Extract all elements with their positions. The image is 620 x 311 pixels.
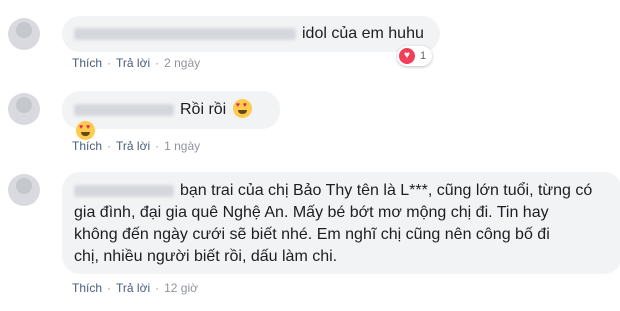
comment-actions: Thích · Trả lời · 1 ngày	[72, 139, 200, 153]
author-name-blurred[interactable]	[74, 184, 174, 197]
separator-dot: ·	[107, 139, 112, 153]
timestamp[interactable]: 12 giờ	[164, 281, 198, 295]
separator-dot: ·	[155, 281, 160, 295]
comment-bubble: idol của em huhu	[62, 16, 440, 52]
separator-dot: ·	[155, 139, 160, 153]
author-name-blurred[interactable]	[74, 103, 174, 116]
avatar[interactable]	[8, 174, 40, 206]
heart-icon: ♥	[399, 48, 415, 64]
comment-actions: Thích · Trả lời · 2 ngày	[72, 56, 200, 70]
comment-line: chị, nhiều người biết rồi, dấu làm chi.	[74, 248, 338, 265]
timestamp[interactable]: 2 ngày	[164, 56, 200, 70]
comment-text: idol của em huhu	[302, 25, 424, 42]
reaction-badge[interactable]: ♥ 1	[397, 46, 433, 66]
like-link[interactable]: Thích	[72, 139, 102, 153]
comment-text: Rồi rồi	[180, 101, 227, 118]
reaction-count: 1	[420, 50, 427, 62]
avatar[interactable]	[8, 93, 40, 125]
separator-dot: ·	[155, 56, 160, 70]
comment-line: bạn trai của chị Bảo Thy tên là L***, cũ…	[74, 180, 610, 202]
comment-line: không đến ngày cưới sẽ biết nhé. Em nghĩ…	[74, 226, 550, 243]
reply-link[interactable]: Trả lời	[116, 56, 150, 70]
avatar[interactable]	[8, 18, 40, 50]
timestamp[interactable]: 1 ngày	[164, 139, 200, 153]
separator-dot: ·	[107, 56, 112, 70]
comment-actions: Thích · Trả lời · 12 giờ	[72, 281, 198, 295]
comment-bubble: Rồi rồi ♥ ♥ ♥ ♥	[62, 91, 280, 140]
heart-eyes-emoji: ♥ ♥	[76, 121, 95, 140]
reply-link[interactable]: Trả lời	[116, 139, 150, 153]
like-link[interactable]: Thích	[72, 56, 102, 70]
comment-bubble: bạn trai của chị Bảo Thy tên là L***, cũ…	[62, 172, 620, 274]
comment-line: gia đình, đại gia quê Nghệ An. Mấy bé bớ…	[74, 204, 549, 221]
author-name-blurred[interactable]	[74, 27, 296, 40]
reply-link[interactable]: Trả lời	[116, 281, 150, 295]
heart-eyes-emoji: ♥ ♥	[232, 99, 252, 118]
like-link[interactable]: Thích	[72, 281, 102, 295]
separator-dot: ·	[107, 281, 112, 295]
